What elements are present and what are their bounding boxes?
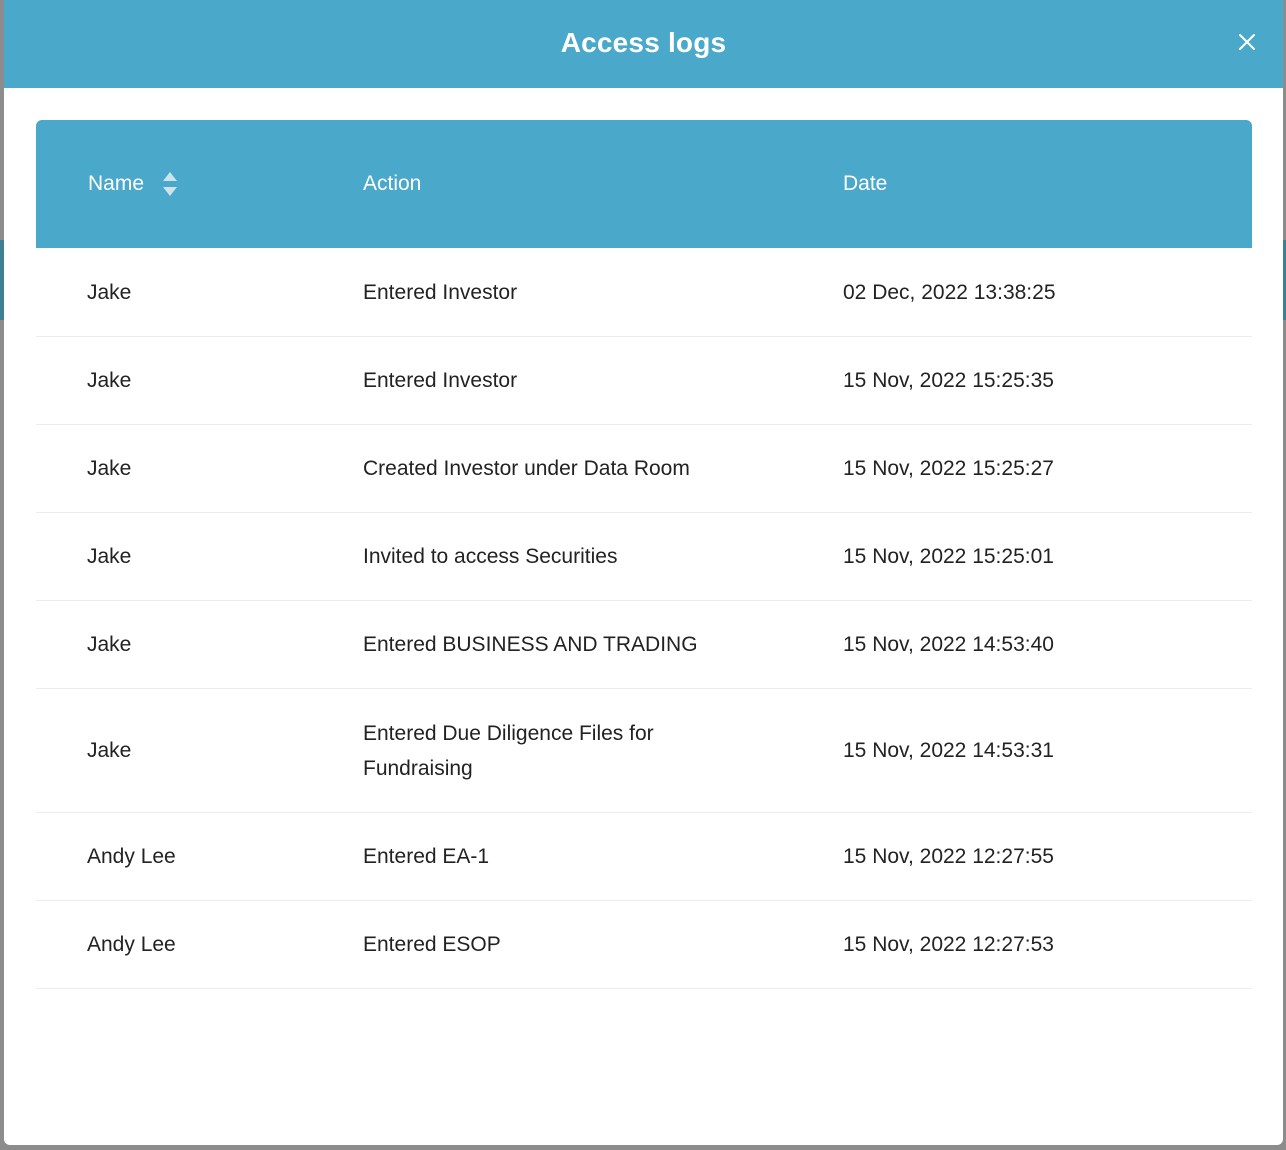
cell-name: Jake [87, 369, 132, 392]
column-header-action-label: Action [363, 172, 422, 195]
cell-name: Jake [87, 280, 132, 304]
cell-name: Jake [87, 633, 132, 656]
table-row: Jake Entered BUSINESS AND TRADING 15 Nov… [36, 601, 1252, 689]
cell-date: 15 Nov, 2022 12:27:55 [843, 845, 1054, 868]
table-header: Name Action Date [36, 120, 1252, 248]
sort-icon[interactable] [162, 170, 178, 198]
cell-date: 15 Nov, 2022 14:53:40 [843, 633, 1054, 656]
cell-name: Jake [87, 545, 132, 568]
cell-date: 15 Nov, 2022 15:25:27 [843, 457, 1054, 480]
table-row: Andy Lee Entered EA-1 15 Nov, 2022 12:27… [36, 813, 1252, 901]
cell-action: Entered Due Diligence Files for Fundrais… [363, 721, 654, 780]
cell-name: Jake [87, 457, 132, 480]
cell-name: Jake [87, 739, 132, 762]
table-row: Jake Entered Investor 15 Nov, 2022 15:25… [36, 337, 1252, 425]
cell-date: 02 Dec, 2022 13:38:25 [843, 280, 1056, 304]
cell-action: Invited to access Securities [363, 545, 618, 568]
cell-action: Entered Investor [363, 369, 518, 392]
table-row: Andy Lee Entered ESOP 15 Nov, 2022 12:27… [36, 901, 1252, 989]
cell-date: 15 Nov, 2022 14:53:31 [843, 739, 1054, 762]
cell-name: Andy Lee [87, 845, 176, 868]
modal-header: Access logs [4, 0, 1283, 88]
cell-action: Entered ESOP [363, 933, 501, 956]
column-header-action: Action [363, 120, 421, 248]
cell-action: Created Investor under Data Room [363, 457, 690, 480]
table-row: Jake Created Investor under Data Room 15… [36, 425, 1252, 513]
cell-date: 15 Nov, 2022 15:25:35 [843, 369, 1054, 392]
access-logs-table: Name Action Date Jake Entered Investor 0… [36, 120, 1252, 989]
table-row: Jake Entered Due Diligence Files for Fun… [36, 689, 1252, 813]
cell-date: 15 Nov, 2022 12:27:53 [843, 933, 1054, 956]
cell-date: 15 Nov, 2022 15:25:01 [843, 545, 1054, 568]
cell-name: Andy Lee [87, 933, 176, 956]
close-icon[interactable] [1235, 30, 1259, 54]
cell-action: Entered EA-1 [363, 845, 490, 868]
table-row: Jake Entered Investor 02 Dec, 2022 13:38… [36, 248, 1252, 337]
modal-title: Access logs [560, 27, 727, 58]
table-row: Jake Invited to access Securities 15 Nov… [36, 513, 1252, 601]
column-header-date-label: Date [843, 172, 888, 195]
cell-action: Entered BUSINESS AND TRADING [363, 633, 698, 656]
column-header-name[interactable]: Name [88, 120, 178, 248]
cell-action: Entered Investor [363, 280, 518, 304]
column-header-date: Date [843, 120, 887, 248]
access-logs-modal: Access logs Name Action Date Jake Entere… [4, 0, 1283, 1145]
column-header-name-label: Name [88, 172, 145, 195]
